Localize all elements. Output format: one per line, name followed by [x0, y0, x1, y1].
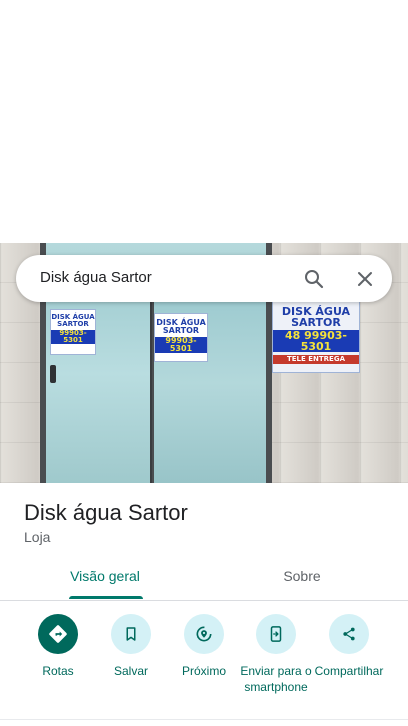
place-title: Disk água Sartor — [24, 500, 188, 525]
store-sign-large: DISK ÁGUA SARTOR 48 99903-5301 TELE ENTR… — [272, 301, 360, 373]
bookmark-icon — [126, 627, 136, 641]
directions-button-circle[interactable] — [38, 614, 78, 654]
store-sign-small: DISK ÁGUA SARTOR 99903-5301 — [50, 309, 96, 355]
active-tab-indicator — [69, 596, 143, 599]
directions-icon — [49, 625, 67, 643]
tab-about[interactable]: Sobre — [200, 556, 404, 600]
sign-delivery: TELE ENTREGA — [273, 355, 359, 364]
divider — [0, 719, 408, 720]
directions-label: Rotas — [42, 664, 74, 678]
search-bar[interactable]: Disk água Sartor — [16, 255, 392, 302]
send-to-phone-label: Enviar para o smartphone — [240, 664, 312, 694]
sign-text: SARTOR — [57, 320, 89, 328]
save-button-circle[interactable] — [111, 614, 151, 654]
send-to-phone-button-circle[interactable] — [256, 614, 296, 654]
share-button[interactable]: Compartilhar — [311, 614, 387, 679]
share-label: Compartilhar — [314, 664, 384, 678]
save-button[interactable]: Salvar — [93, 614, 169, 679]
door-handle — [50, 365, 56, 383]
send-to-phone-icon — [270, 626, 282, 642]
search-input[interactable]: Disk água Sartor — [40, 269, 152, 286]
tab-overview[interactable]: Visão geral — [3, 556, 207, 600]
nearby-button[interactable]: Próximo — [166, 614, 242, 679]
map-area-blank — [0, 0, 408, 243]
sign-phone: 99903-5301 — [155, 337, 207, 353]
save-label: Salvar — [113, 664, 148, 678]
place-category: Loja — [24, 529, 51, 545]
nearby-label: Próximo — [181, 664, 226, 678]
share-button-circle[interactable] — [329, 614, 369, 654]
sign-phone: 48 99903-5301 — [273, 330, 359, 352]
close-icon[interactable] — [353, 267, 377, 291]
tab-bar: Visão geral Sobre — [0, 556, 408, 601]
sign-text: SARTOR — [291, 316, 341, 329]
nearby-icon — [196, 626, 212, 642]
sign-text: SARTOR — [162, 326, 200, 335]
search-icon[interactable] — [302, 267, 326, 291]
nearby-button-circle[interactable] — [184, 614, 224, 654]
send-to-phone-button[interactable]: Enviar para o smartphone — [238, 614, 314, 695]
sign-phone: 99903-5301 — [51, 330, 95, 344]
directions-button[interactable]: Rotas — [20, 614, 96, 679]
share-icon — [343, 627, 355, 641]
store-sign-medium: DISK ÁGUA SARTOR 99903-5301 — [154, 313, 208, 362]
